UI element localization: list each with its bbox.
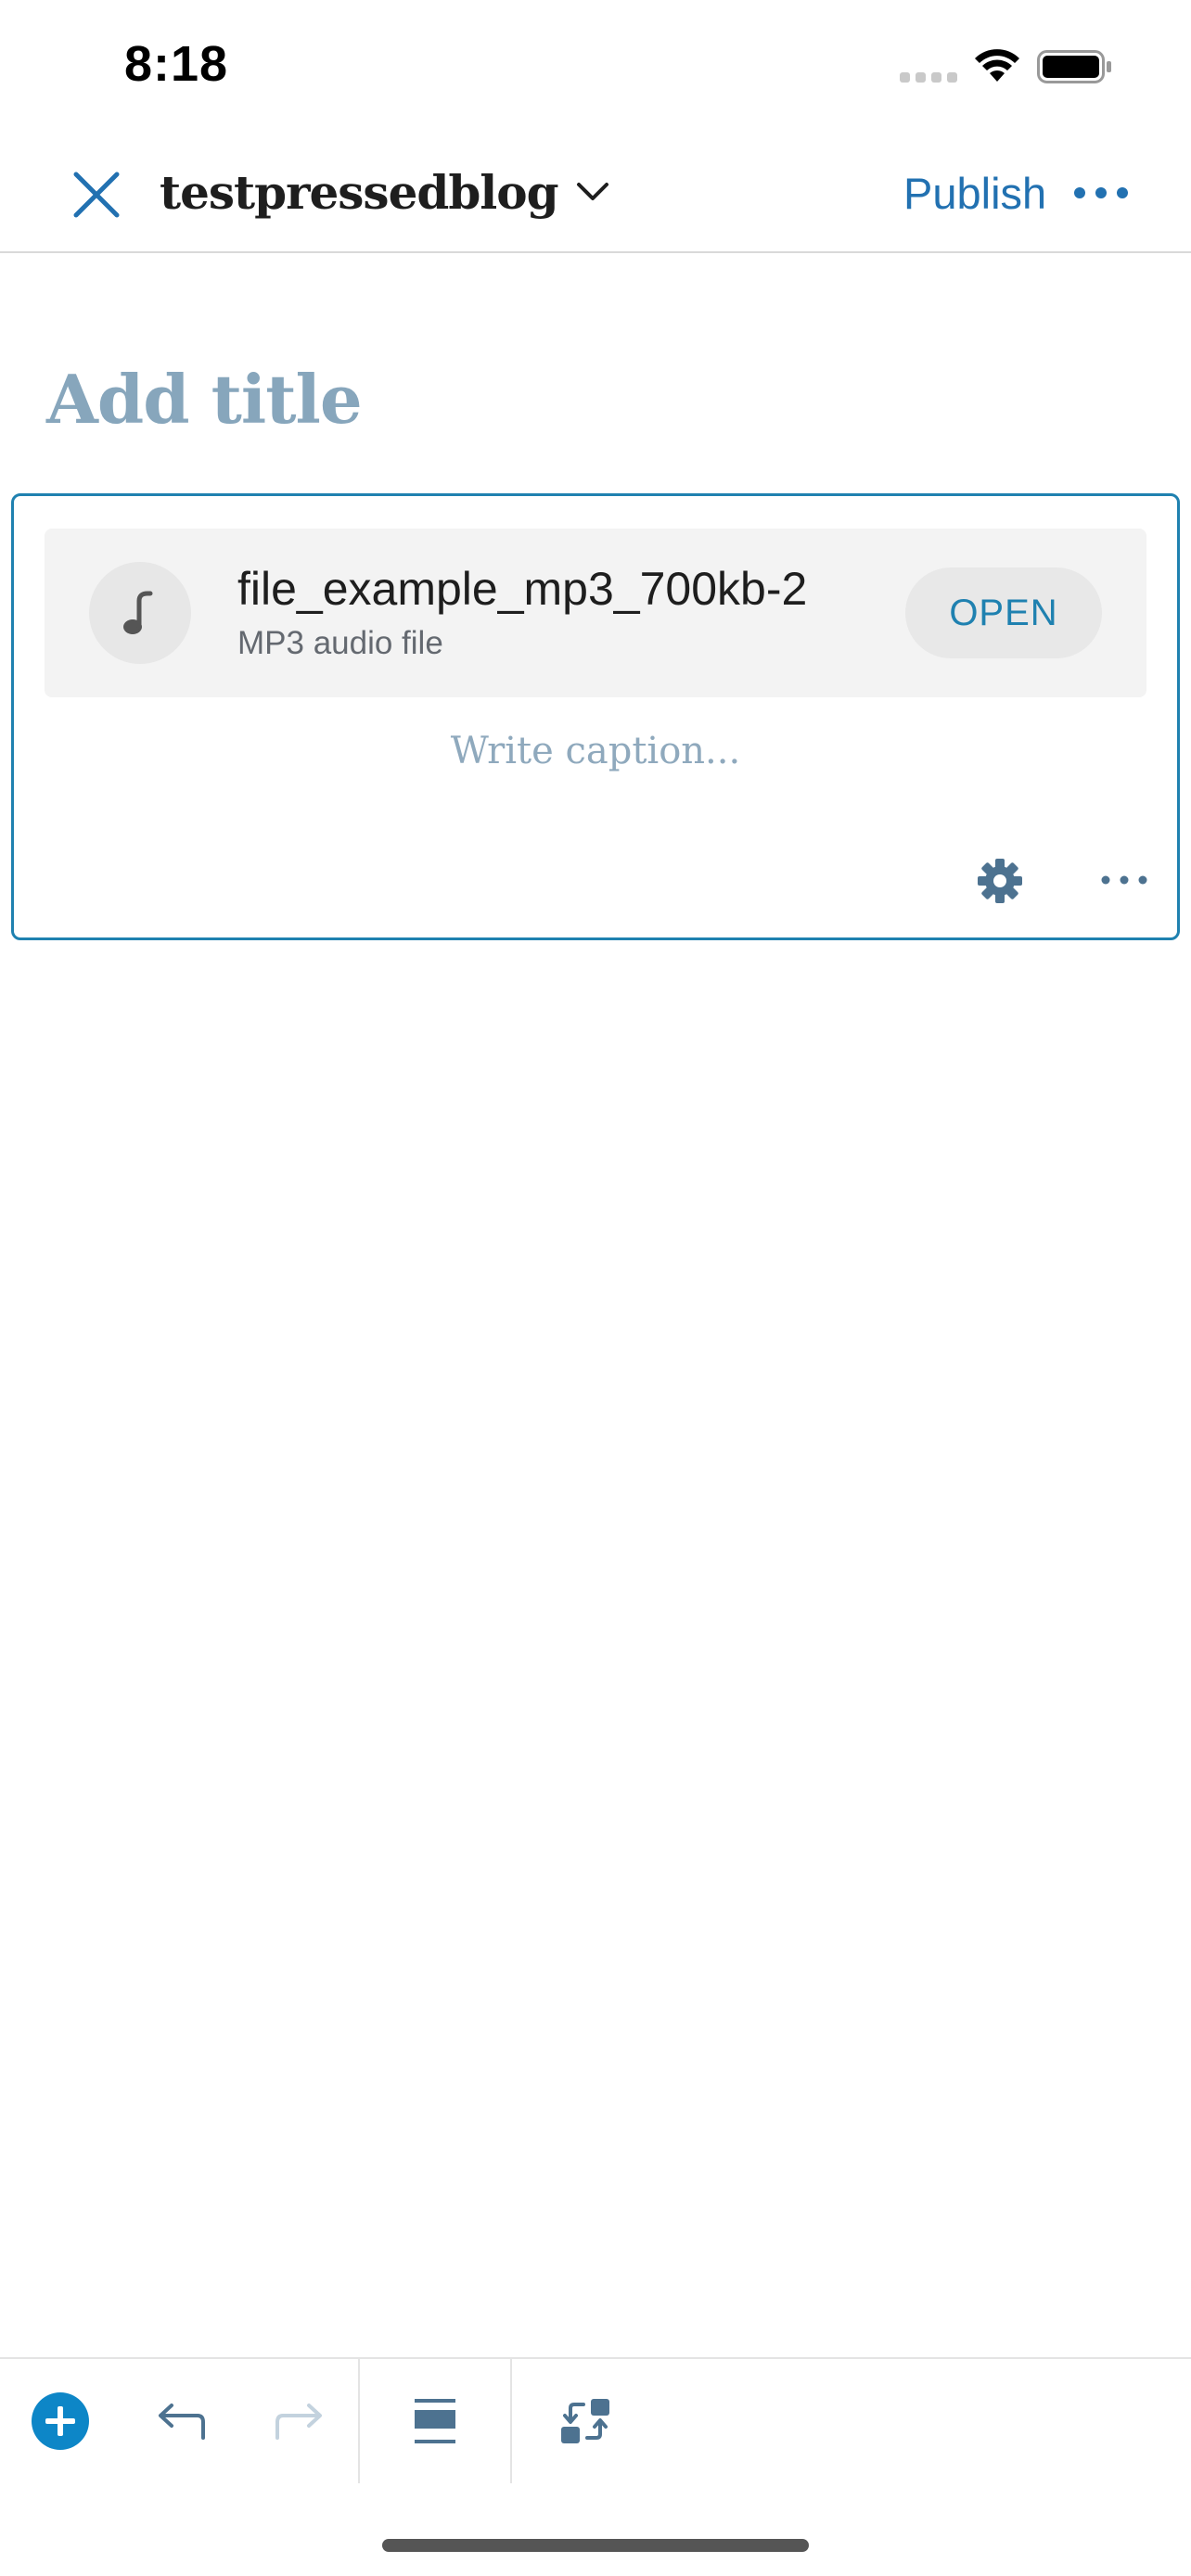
- wifi-icon: [975, 49, 1019, 82]
- editor-nav-bar: testpressedblog Publish: [0, 139, 1191, 253]
- open-file-button[interactable]: OPEN: [905, 567, 1102, 658]
- toolbar-divider: [510, 2359, 512, 2483]
- separator-block-button[interactable]: [393, 2359, 477, 2483]
- file-card: file_example_mp3_700kb-2 MP3 audio file …: [45, 529, 1146, 697]
- toolbar-divider: [358, 2359, 360, 2483]
- add-block-button[interactable]: [19, 2359, 102, 2483]
- more-horizontal-icon[interactable]: [1099, 869, 1149, 891]
- more-options-icon[interactable]: [1072, 174, 1130, 211]
- music-note-icon: [89, 562, 191, 664]
- publish-button[interactable]: Publish: [903, 165, 1046, 223]
- cellular-signal-icon: [900, 72, 957, 85]
- undo-button[interactable]: [139, 2359, 223, 2483]
- status-time: 8:18: [124, 36, 229, 92]
- add-block-icon: [32, 2392, 89, 2450]
- separator-block-icon: [415, 2399, 455, 2443]
- file-block[interactable]: file_example_mp3_700kb-2 MP3 audio file …: [11, 493, 1180, 940]
- gear-icon[interactable]: [975, 856, 1025, 906]
- caption-input[interactable]: Write caption...: [14, 730, 1177, 772]
- post-title-input[interactable]: Add title: [46, 360, 363, 439]
- file-name: file_example_mp3_700kb-2: [237, 563, 808, 615]
- redo-button[interactable]: [258, 2359, 341, 2483]
- undo-icon: [159, 2404, 205, 2440]
- redo-icon: [275, 2404, 322, 2440]
- close-icon[interactable]: [67, 165, 126, 224]
- editor-screen: 8:18 testpressedblog Publish Add title f…: [0, 0, 1191, 2576]
- home-indicator[interactable]: [382, 2539, 809, 2552]
- site-name: testpressedblog: [160, 164, 559, 220]
- bottom-toolbar: [0, 2357, 1191, 2483]
- transform-block-button[interactable]: [544, 2359, 627, 2483]
- file-type: MP3 audio file: [237, 625, 443, 661]
- site-switcher[interactable]: testpressedblog: [160, 159, 612, 224]
- transform-block-icon: [561, 2399, 609, 2443]
- chevron-down-icon: [576, 183, 608, 200]
- status-bar: 8:18: [0, 0, 1191, 139]
- battery-icon: [1037, 50, 1111, 83]
